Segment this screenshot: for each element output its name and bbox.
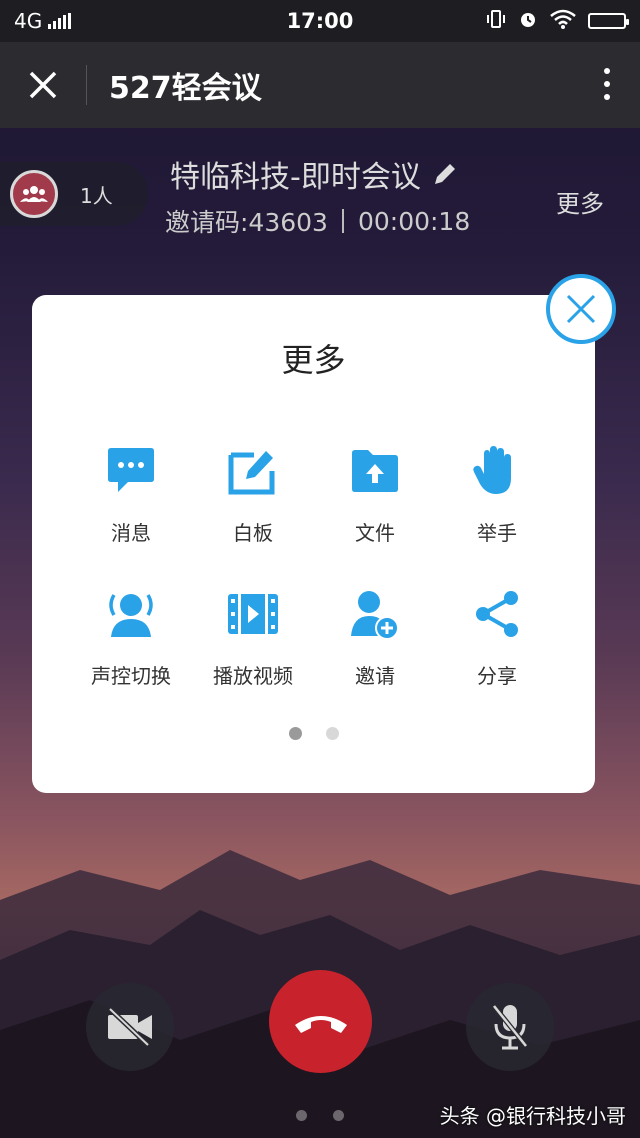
meeting-duration: 00:00:18: [357, 206, 471, 236]
subinfo-divider: [341, 209, 344, 233]
whiteboard-icon: [225, 443, 281, 499]
item-label: 声控切换: [91, 664, 171, 688]
group-icon: [10, 170, 58, 218]
whiteboard-button[interactable]: 白板: [192, 443, 314, 546]
message-icon: [103, 443, 159, 499]
battery-icon: [588, 13, 629, 29]
network-label: 4G: [14, 9, 43, 33]
voice-switch-button[interactable]: 声控切换: [70, 586, 192, 689]
message-button[interactable]: 消息: [70, 443, 192, 546]
dialog-title: 更多: [281, 341, 346, 379]
item-label: 消息: [111, 521, 151, 545]
dialog-close-button[interactable]: [546, 274, 616, 344]
item-label: 举手: [477, 521, 517, 545]
item-label: 分享: [477, 664, 517, 688]
more-button[interactable]: 更多: [556, 184, 604, 219]
overflow-menu-button[interactable]: [604, 68, 610, 100]
camera-toggle-button[interactable]: [86, 983, 174, 1071]
meeting-name[interactable]: 特临科技-即时会议: [170, 152, 459, 196]
participants-pill[interactable]: 1人: [0, 162, 148, 226]
feature-grid: 消息 白板 文件 举手 声控切换 播放视频 邀请 分享: [70, 443, 558, 689]
meeting-name-text: 特临科技-即时会议: [170, 160, 421, 195]
page-dot[interactable]: [325, 727, 339, 740]
dialog-pager: [32, 727, 595, 740]
edit-pencil-icon[interactable]: [431, 160, 459, 188]
participant-count: 1人: [80, 183, 113, 208]
close-icon: [29, 71, 57, 99]
status-bar: 4G 17:00: [0, 0, 640, 42]
page-title: 527轻会议: [109, 71, 262, 106]
title-bar: 527轻会议: [0, 42, 640, 128]
invite-user-icon: [347, 586, 403, 642]
page-dot[interactable]: [333, 1110, 344, 1121]
raise-hand-icon: [469, 443, 525, 499]
mic-toggle-button[interactable]: [466, 983, 554, 1071]
invite-code: 邀请码:43603: [165, 208, 328, 237]
share-icon: [469, 586, 525, 642]
close-icon: [566, 294, 596, 324]
mic-off-icon: [492, 1004, 528, 1050]
more-dialog: 更多 消息 白板 文件 举手 声控切换 播放视频 邀请 分享: [32, 295, 595, 793]
hang-up-icon: [294, 1015, 347, 1033]
play-video-button[interactable]: 播放视频: [192, 586, 314, 689]
item-label: 播放视频: [213, 664, 293, 688]
page-dot-active[interactable]: [288, 727, 302, 740]
camera-off-icon: [108, 1007, 152, 1047]
share-button[interactable]: 分享: [436, 586, 558, 689]
title-divider: [86, 65, 87, 105]
hang-up-button[interactable]: [269, 970, 372, 1073]
item-label: 邀请: [355, 664, 395, 688]
item-label: 文件: [355, 521, 395, 545]
page-dot[interactable]: [296, 1110, 307, 1121]
item-label: 白板: [233, 521, 273, 545]
alarm-icon: [518, 9, 538, 34]
invite-button[interactable]: 邀请: [314, 586, 436, 689]
play-video-icon: [225, 586, 281, 642]
close-button[interactable]: [0, 42, 86, 128]
file-upload-icon: [347, 443, 403, 499]
file-button[interactable]: 文件: [314, 443, 436, 546]
watermark: 头条 @银行科技小哥: [439, 1104, 626, 1128]
meeting-subinfo: 邀请码:43603 00:00:18: [165, 203, 470, 239]
raise-hand-button[interactable]: 举手: [436, 443, 558, 546]
signal-icon: [48, 13, 72, 29]
voice-switch-icon: [103, 586, 159, 642]
vibrate-icon: [486, 9, 506, 34]
wifi-icon: [550, 9, 576, 34]
